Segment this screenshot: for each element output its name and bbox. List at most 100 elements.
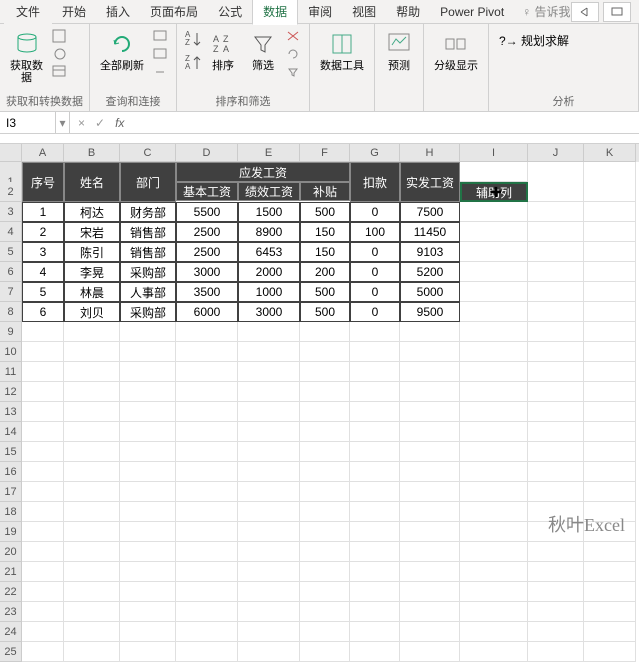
row-header[interactable]: 20 bbox=[0, 542, 22, 562]
cell[interactable]: 基本工资 bbox=[176, 182, 238, 201]
cell[interactable] bbox=[350, 462, 400, 482]
cell[interactable] bbox=[584, 222, 636, 242]
cell[interactable] bbox=[238, 362, 300, 382]
cell[interactable] bbox=[22, 442, 64, 462]
cell[interactable] bbox=[584, 422, 636, 442]
cell[interactable] bbox=[460, 162, 528, 182]
row-header[interactable]: 19 bbox=[0, 522, 22, 542]
row-header[interactable]: 5 bbox=[0, 242, 22, 262]
cell[interactable]: 2500 bbox=[176, 222, 238, 242]
cell[interactable] bbox=[238, 442, 300, 462]
cell[interactable] bbox=[528, 462, 584, 482]
cell[interactable] bbox=[64, 622, 120, 642]
cell[interactable] bbox=[350, 562, 400, 582]
cell[interactable] bbox=[176, 362, 238, 382]
cell[interactable] bbox=[350, 522, 400, 542]
cell[interactable]: 5 bbox=[22, 282, 64, 302]
cell[interactable] bbox=[64, 502, 120, 522]
cell[interactable] bbox=[584, 622, 636, 642]
cell[interactable] bbox=[300, 422, 350, 442]
cell[interactable] bbox=[300, 582, 350, 602]
cell[interactable] bbox=[300, 382, 350, 402]
cell[interactable] bbox=[22, 322, 64, 342]
cell[interactable] bbox=[64, 322, 120, 342]
cell[interactable]: 绩效工资 bbox=[238, 182, 300, 201]
cell[interactable]: 500 bbox=[300, 302, 350, 322]
row-header[interactable]: 2 bbox=[0, 182, 22, 202]
cell[interactable] bbox=[238, 642, 300, 662]
cell[interactable]: 0 bbox=[350, 202, 400, 222]
col-header[interactable]: G bbox=[350, 144, 400, 162]
col-header[interactable]: K bbox=[584, 144, 636, 162]
cell[interactable] bbox=[64, 422, 120, 442]
cell[interactable]: 1 bbox=[22, 202, 64, 222]
cell[interactable]: 序号 bbox=[22, 162, 64, 202]
cell[interactable] bbox=[120, 462, 176, 482]
cell[interactable] bbox=[460, 422, 528, 442]
cell[interactable] bbox=[460, 262, 528, 282]
cell[interactable] bbox=[460, 322, 528, 342]
cell[interactable] bbox=[528, 242, 584, 262]
solver-button[interactable]: ?→ 规划求解 bbox=[495, 28, 573, 53]
cell[interactable] bbox=[460, 482, 528, 502]
cell[interactable]: 7500 bbox=[400, 202, 460, 222]
cell[interactable] bbox=[400, 422, 460, 442]
cell[interactable] bbox=[120, 602, 176, 622]
tab-review[interactable]: 审阅 bbox=[298, 0, 342, 24]
cell[interactable] bbox=[300, 502, 350, 522]
cell[interactable] bbox=[528, 622, 584, 642]
cell[interactable] bbox=[400, 582, 460, 602]
cell[interactable] bbox=[528, 642, 584, 662]
cell[interactable]: 李晃 bbox=[64, 262, 120, 282]
cell[interactable] bbox=[350, 422, 400, 442]
cell[interactable] bbox=[400, 342, 460, 362]
cell[interactable] bbox=[584, 562, 636, 582]
clear-filter-icon[interactable] bbox=[285, 28, 303, 44]
cell[interactable]: 实发工资 bbox=[400, 162, 460, 202]
cell[interactable] bbox=[460, 622, 528, 642]
cell[interactable] bbox=[528, 422, 584, 442]
cell[interactable] bbox=[300, 542, 350, 562]
cell[interactable] bbox=[120, 422, 176, 442]
cell[interactable] bbox=[350, 402, 400, 422]
cell[interactable] bbox=[400, 602, 460, 622]
cell[interactable] bbox=[460, 502, 528, 522]
cell[interactable]: 宋岩 bbox=[64, 222, 120, 242]
cell[interactable] bbox=[22, 522, 64, 542]
cell[interactable]: 5000 bbox=[400, 282, 460, 302]
cell[interactable] bbox=[460, 222, 528, 242]
cell[interactable] bbox=[176, 422, 238, 442]
cell[interactable] bbox=[238, 582, 300, 602]
cell[interactable] bbox=[120, 362, 176, 382]
cell[interactable]: 补贴 bbox=[300, 182, 350, 201]
cell[interactable] bbox=[64, 442, 120, 462]
cell[interactable] bbox=[176, 342, 238, 362]
cell[interactable] bbox=[176, 502, 238, 522]
cell[interactable] bbox=[584, 602, 636, 622]
cell[interactable] bbox=[584, 582, 636, 602]
cell[interactable] bbox=[584, 482, 636, 502]
cell[interactable] bbox=[460, 602, 528, 622]
cell[interactable] bbox=[460, 522, 528, 542]
cell[interactable]: 100 bbox=[350, 222, 400, 242]
cell[interactable] bbox=[400, 642, 460, 662]
cell[interactable]: 3000 bbox=[176, 262, 238, 282]
name-box[interactable]: I3 bbox=[0, 112, 56, 133]
cell[interactable] bbox=[350, 322, 400, 342]
cell[interactable] bbox=[22, 382, 64, 402]
tab-help[interactable]: 帮助 bbox=[386, 0, 430, 24]
queries-icon[interactable] bbox=[152, 28, 170, 44]
cell[interactable] bbox=[300, 442, 350, 462]
cell[interactable] bbox=[460, 582, 528, 602]
cell[interactable] bbox=[120, 502, 176, 522]
row-header[interactable]: 13 bbox=[0, 402, 22, 422]
cell[interactable]: 3000 bbox=[238, 302, 300, 322]
row-header[interactable]: 8 bbox=[0, 302, 22, 322]
col-header[interactable]: C bbox=[120, 144, 176, 162]
cell[interactable] bbox=[238, 382, 300, 402]
cell[interactable] bbox=[120, 542, 176, 562]
properties-icon[interactable] bbox=[152, 46, 170, 62]
tell-me[interactable]: ♀ 告诉我 bbox=[522, 3, 570, 20]
cell[interactable] bbox=[64, 562, 120, 582]
row-header[interactable]: 3 bbox=[0, 202, 22, 222]
